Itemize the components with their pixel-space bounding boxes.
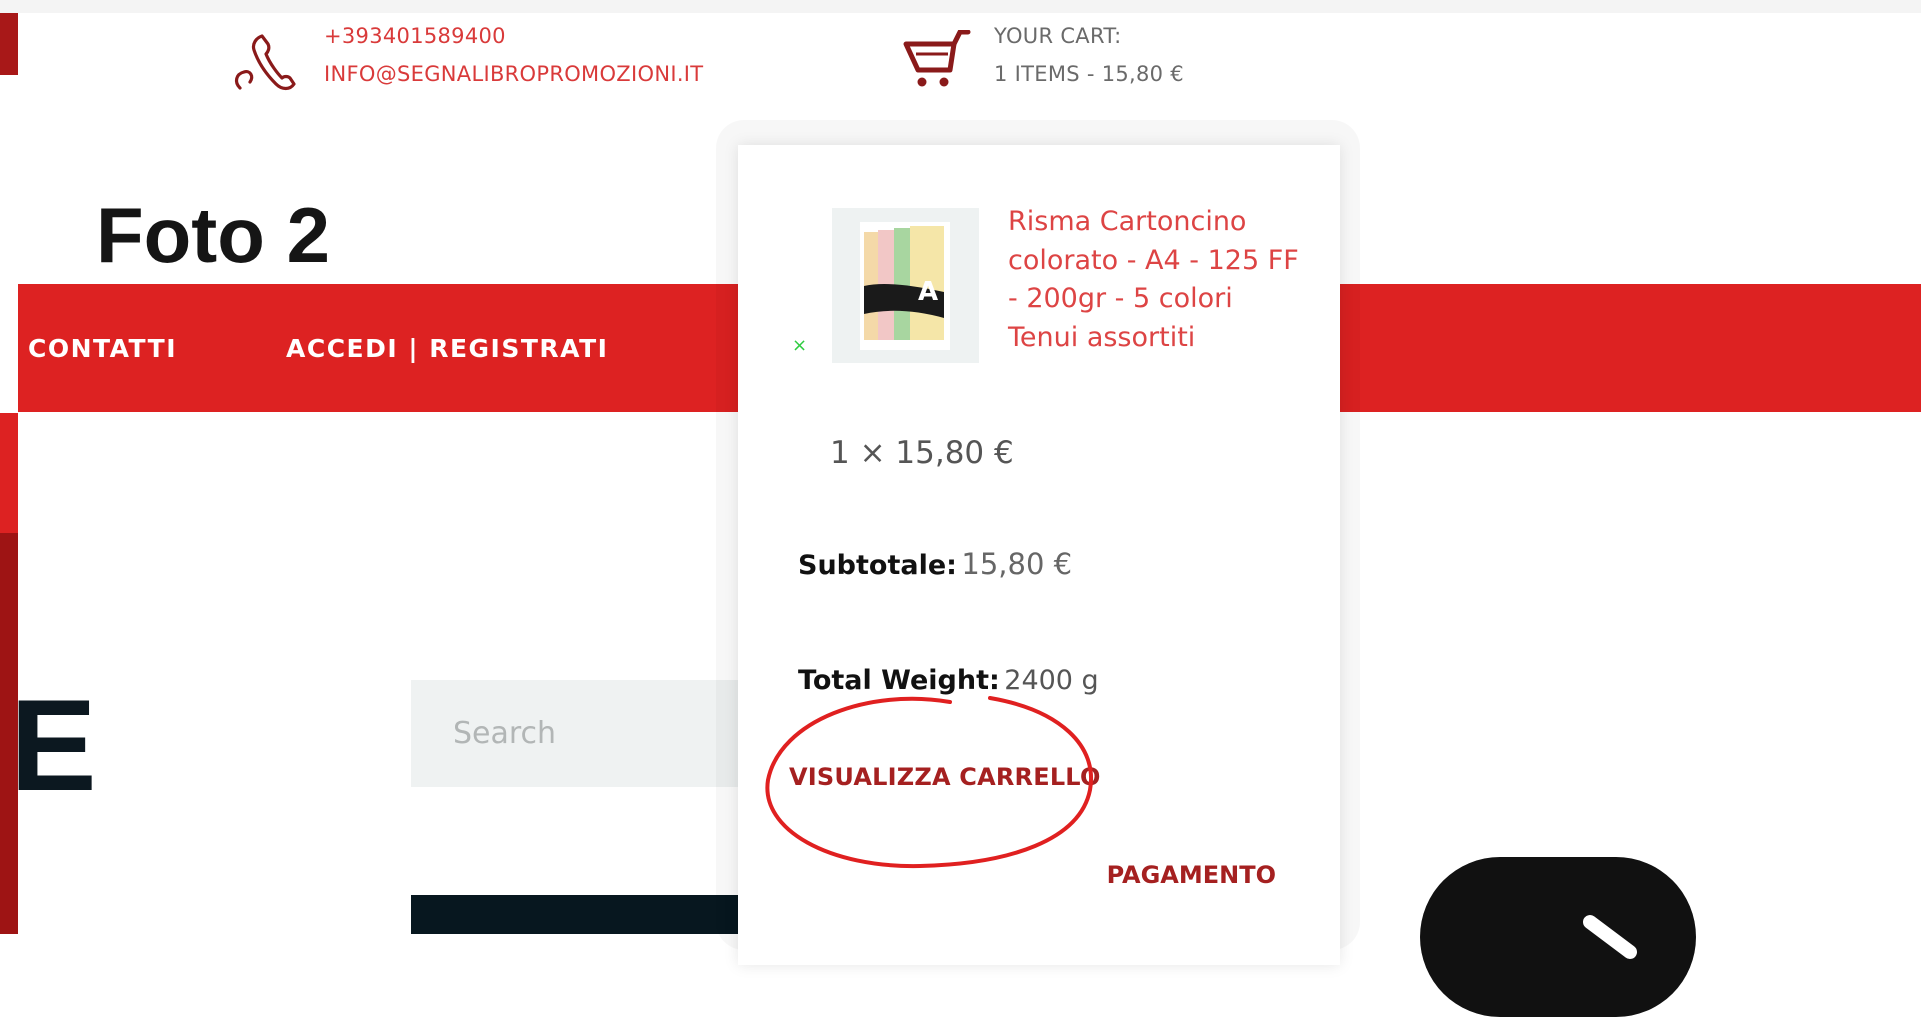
subtotal-value: 15,80 €: [961, 547, 1073, 581]
phone-icon: [232, 30, 298, 96]
left-edge-accent: [0, 413, 18, 533]
hero-heading-fragment: E: [10, 672, 97, 818]
total-weight-label: Total Weight:: [798, 665, 1000, 696]
photo-caption: Foto 2: [96, 191, 330, 279]
remove-item-button[interactable]: ×: [792, 335, 807, 356]
subtotal-label: Subtotale:: [798, 550, 957, 581]
contact-phone[interactable]: +393401589400: [324, 24, 506, 48]
checkout-button[interactable]: PAGAMENTO: [1107, 861, 1276, 889]
dark-banner-fragment: [411, 895, 741, 934]
top-strip: [0, 0, 1921, 13]
left-edge-accent: [0, 13, 18, 75]
nav-item-contatti[interactable]: CONTATTI: [28, 334, 177, 363]
cart-icon[interactable]: [902, 29, 972, 96]
nav-item-accedi-registrati[interactable]: ACCEDI | REGISTRATI: [286, 334, 608, 363]
product-name-link[interactable]: Risma Cartoncino colorato - A4 - 125 FF …: [830, 203, 1300, 396]
view-cart-button[interactable]: VISUALIZZA CARRELLO: [789, 763, 1101, 791]
next-slide-button[interactable]: [1420, 857, 1696, 1017]
total-weight-value: 2400 g: [1004, 665, 1099, 696]
cart-label: YOUR CART:: [994, 24, 1122, 48]
cart-count-total[interactable]: 1 ITEMS - 15,80 €: [994, 62, 1184, 86]
search-input[interactable]: [411, 680, 751, 787]
chevron-right-icon: [1583, 915, 1637, 959]
contact-email[interactable]: INFO@SEGNALIBROPROMOZIONI.IT: [324, 62, 703, 86]
mini-cart-dropdown: × A Risma Cartoncino colorato - A4 - 125…: [738, 145, 1340, 965]
product-quantity-price: 1 × 15,80 €: [830, 435, 1014, 471]
total-weight-row: Total Weight: 2400 g: [798, 665, 1099, 696]
subtotal-row: Subtotale: 15,80 €: [798, 547, 1072, 581]
